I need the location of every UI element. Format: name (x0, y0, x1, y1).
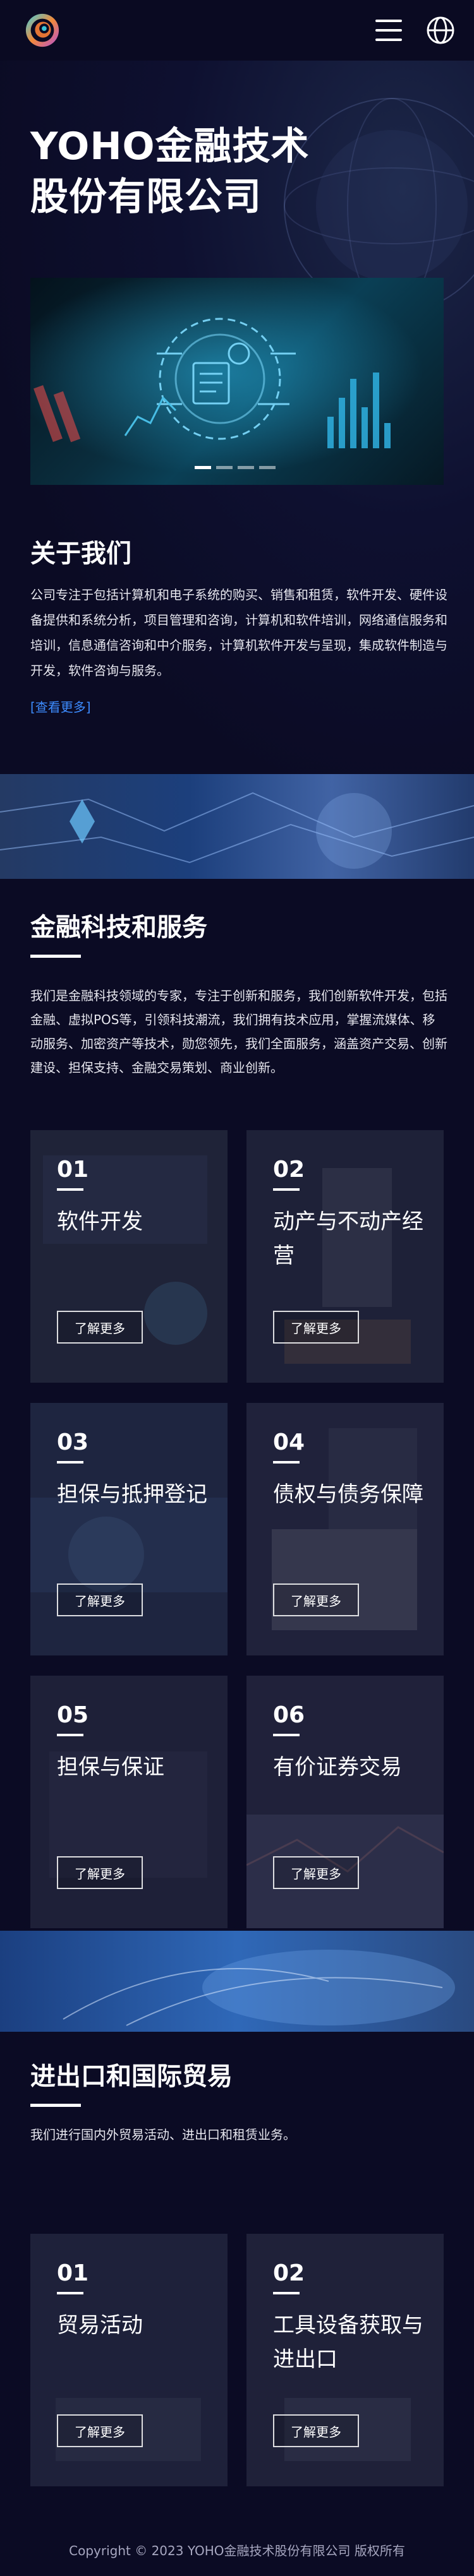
card-title: 软件开发 (57, 1209, 143, 1234)
card-number: 04 (273, 1429, 305, 1455)
service-card-6[interactable]: 06 有价证券交易 了解更多 (246, 1676, 444, 1928)
fintech-title: 金融科技和服务 (30, 913, 207, 942)
fintech-banner (0, 774, 474, 879)
card-number-underline (57, 2292, 83, 2294)
service-card-1[interactable]: 01 软件开发 了解更多 (30, 1130, 228, 1383)
page: YOHO金融技术 股份有限公司 关于我们 公司专注于包括计算机和电子系统的购买、… (0, 0, 474, 2576)
hero-section: YOHO金融技术 股份有限公司 关于我们 公司专注于包括计算机和电子系统的购买、… (0, 61, 474, 774)
learn-more-button[interactable]: 了解更多 (273, 2414, 359, 2447)
carousel-dot-4[interactable] (259, 466, 276, 469)
learn-more-button[interactable]: 了解更多 (273, 1583, 359, 1616)
card-title: 担保与抵押登记 (57, 1482, 207, 1507)
learn-more-button[interactable]: 了解更多 (57, 1583, 143, 1616)
card-number: 01 (57, 2260, 89, 2286)
card-title: 贸易活动 (57, 2313, 143, 2338)
site-footer: Copyright © 2023 YOHO金融技术股份有限公司 版权所有 (69, 2543, 405, 2558)
fintech-description: 我们是金融科技领域的专家，专注于创新和服务，我们创新软件开发，包括金融、虚拟PO… (30, 988, 447, 1075)
hero-title-line1: YOHO金融技术 (30, 124, 310, 169)
learn-more-button[interactable]: 了解更多 (273, 1856, 359, 1889)
card-number-underline (273, 1188, 300, 1191)
swirl-logo-icon[interactable] (24, 12, 61, 49)
card-title: 债权与债务保障 (273, 1482, 423, 1507)
card-number: 06 (273, 1702, 305, 1728)
trade-underline (30, 2104, 81, 2107)
trade-card-1[interactable]: 01 贸易活动 了解更多 (30, 2234, 228, 2486)
service-card-4[interactable]: 04 债权与债务保障 了解更多 (246, 1403, 444, 1655)
about-text: 公司专注于包括计算机和电子系统的购买、销售和租赁，软件开发、硬件设备提供和系统分… (30, 587, 447, 678)
world-map-banner-graphic (0, 1931, 474, 2032)
hamburger-menu-icon[interactable] (375, 20, 402, 41)
card-number: 03 (57, 1429, 89, 1455)
crypto-banner-graphic (0, 774, 474, 879)
tech-dashboard-illustration (30, 278, 444, 485)
card-number: 02 (273, 1157, 305, 1183)
card-number: 01 (57, 1157, 89, 1183)
learn-more-button[interactable]: 了解更多 (273, 1311, 359, 1344)
card-title: 担保与保证 (57, 1755, 164, 1780)
card-title: 动产与不动产经营 (273, 1209, 423, 1268)
trade-title: 进出口和国际贸易 (30, 2062, 233, 2091)
card-number-underline (273, 1734, 300, 1736)
carousel-indicators (195, 466, 276, 469)
card-number-underline (57, 1461, 83, 1464)
learn-more-button[interactable]: 了解更多 (57, 1856, 143, 1889)
carousel-dot-3[interactable] (238, 466, 254, 469)
service-card-2[interactable]: 02 动产与不动产经营 了解更多 (246, 1130, 444, 1383)
learn-more-button[interactable]: 了解更多 (57, 2414, 143, 2447)
globe-icon[interactable] (426, 16, 455, 45)
trade-card-2[interactable]: 02 工具设备获取与进出口 了解更多 (246, 2234, 444, 2486)
carousel-dot-1[interactable] (195, 466, 211, 469)
about-more-link[interactable]: [查看更多] (30, 697, 91, 715)
service-card-5[interactable]: 05 担保与保证 了解更多 (30, 1676, 228, 1928)
site-header (0, 0, 474, 61)
card-number: 02 (273, 2260, 305, 2286)
card-number-underline (57, 1734, 83, 1736)
about-title: 关于我们 (30, 539, 131, 568)
trade-banner (0, 1931, 474, 2032)
card-number-underline (273, 2292, 300, 2294)
header-actions (375, 16, 455, 45)
trade-description: 我们进行国内外贸易活动、进出口和租赁业务。 (30, 2127, 296, 2142)
card-title: 有价证券交易 (273, 1755, 402, 1780)
carousel-dot-2[interactable] (216, 466, 233, 469)
card-number: 05 (57, 1702, 89, 1728)
hero-title-line2: 股份有限公司 (30, 175, 262, 219)
card-title: 工具设备获取与进出口 (273, 2313, 423, 2372)
service-card-3[interactable]: 03 担保与抵押登记 了解更多 (30, 1403, 228, 1655)
fintech-underline (30, 955, 81, 958)
hero-title: YOHO金融技术 股份有限公司 (30, 121, 410, 222)
card-number-underline (57, 1188, 83, 1191)
learn-more-button[interactable]: 了解更多 (57, 1311, 143, 1344)
card-number-underline (273, 1461, 300, 1464)
hero-carousel-image[interactable] (30, 278, 444, 485)
